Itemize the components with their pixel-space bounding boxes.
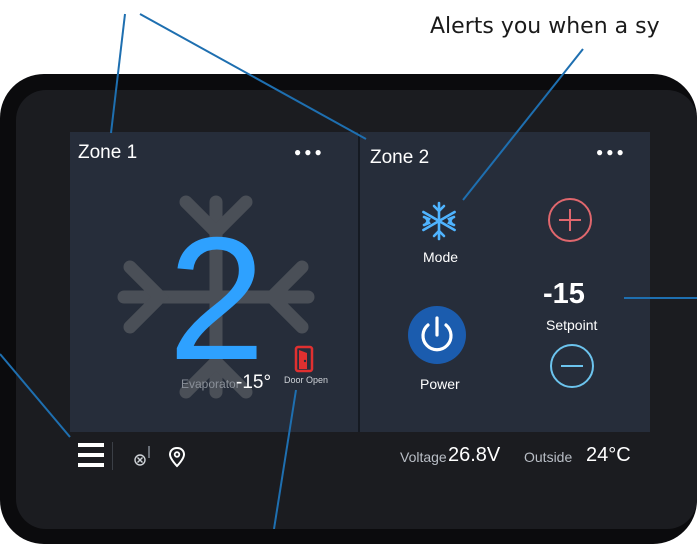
location-pin-icon[interactable] <box>168 446 186 468</box>
evaporator-temp: -15° <box>236 372 272 393</box>
evaporator-label: Evaporator <box>181 377 240 391</box>
setpoint-increase-button[interactable] <box>548 198 592 242</box>
plus-icon <box>559 209 581 231</box>
minus-icon <box>561 365 583 367</box>
setpoint-decrease-button[interactable] <box>550 344 594 388</box>
setpoint-label: Setpoint <box>546 317 598 333</box>
door-icon[interactable] <box>294 345 314 373</box>
callout-text: Alerts you when a sy <box>430 14 660 39</box>
signal-icon <box>134 446 150 466</box>
zone-1-title: Zone 1 <box>78 142 138 163</box>
voltage-label: Voltage <box>400 449 447 465</box>
door-status-label: Door Open <box>284 375 329 385</box>
power-label: Power <box>420 376 460 392</box>
power-button[interactable] <box>408 306 466 364</box>
zone-1-menu-button[interactable]: ●●● <box>294 145 325 159</box>
voltage-value: 26.8V <box>448 444 501 466</box>
zone-2-title: Zone 2 <box>370 147 430 168</box>
zone-2-panel[interactable] <box>360 132 650 432</box>
power-icon <box>421 316 453 352</box>
outside-temp-value: 24°C <box>586 444 631 466</box>
zone-2-menu-button[interactable]: ●●● <box>596 145 627 159</box>
snowflake-icon[interactable] <box>418 200 460 242</box>
outside-label: Outside <box>524 449 573 465</box>
status-separator <box>112 442 113 470</box>
mode-label: Mode <box>423 249 459 265</box>
menu-icon[interactable] <box>78 440 106 470</box>
zone-1-current-value: 2 <box>168 202 266 397</box>
setpoint-value: -15 <box>543 278 585 310</box>
